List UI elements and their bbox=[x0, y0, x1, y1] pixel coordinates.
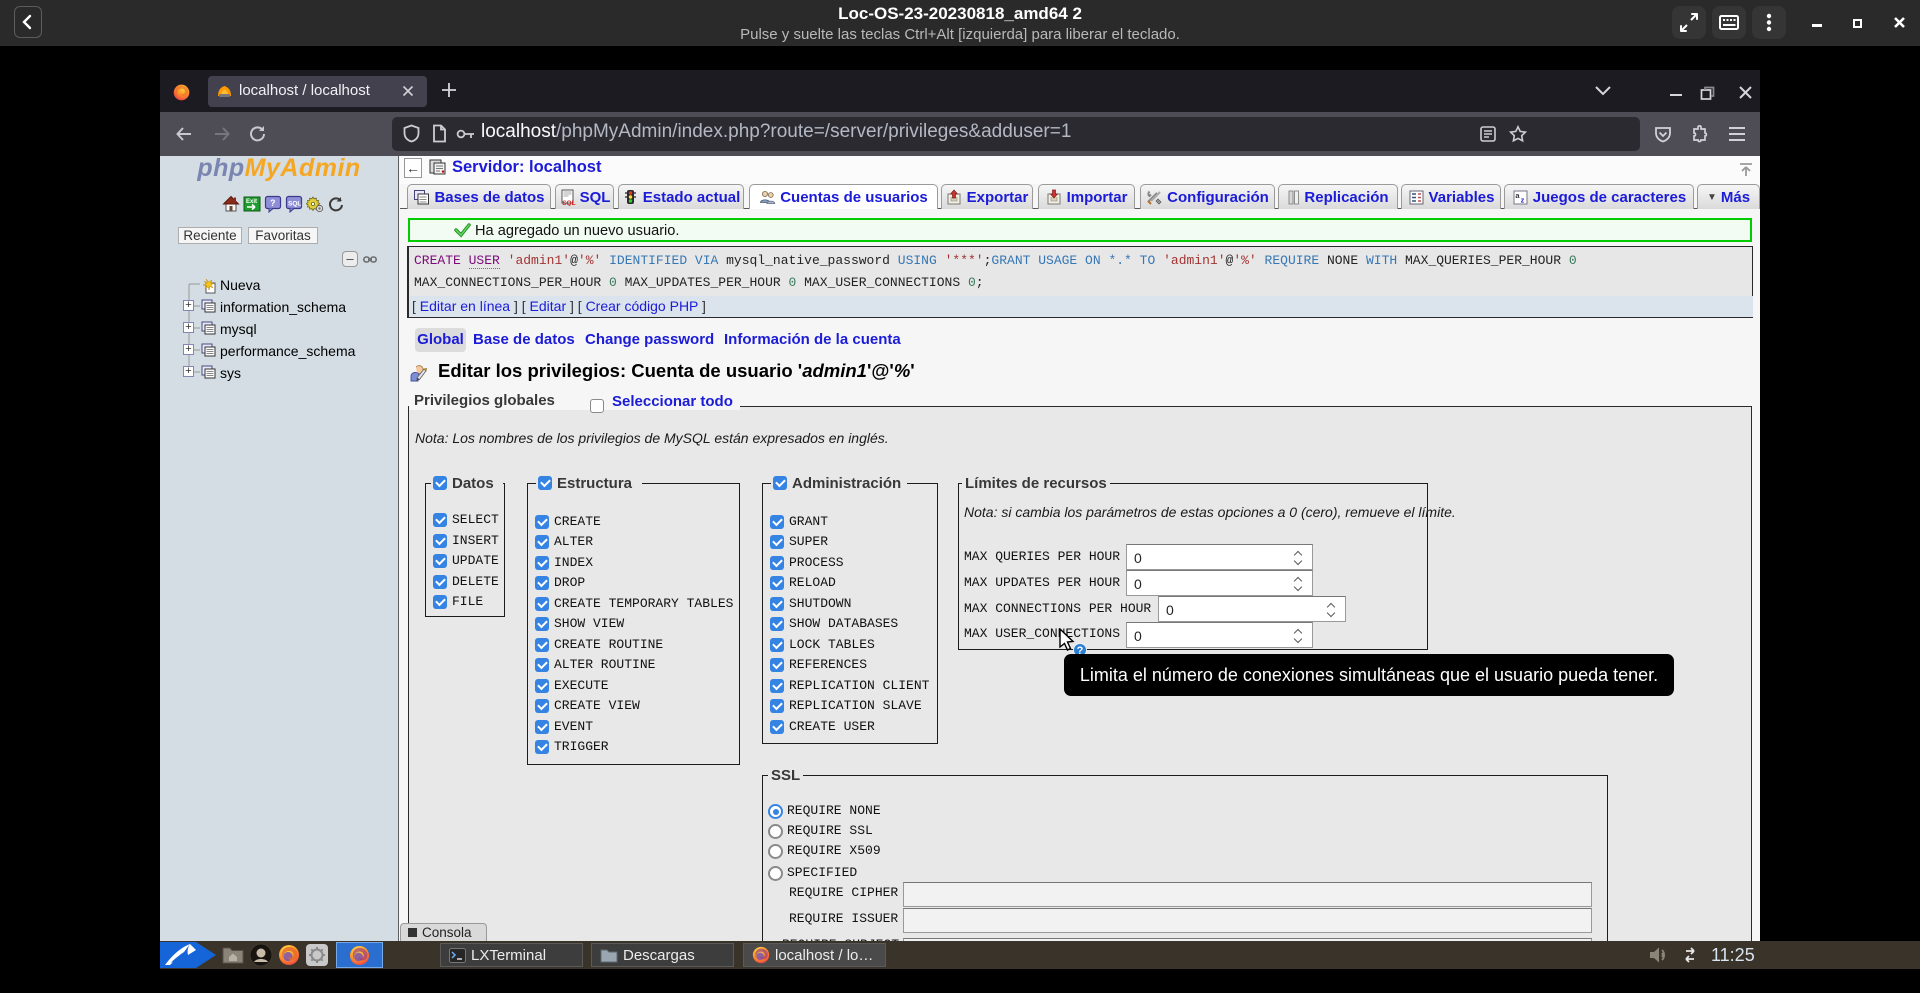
svg-text:?: ? bbox=[270, 198, 276, 208]
svg-text:SQL: SQL bbox=[562, 200, 575, 206]
svg-text:SQL: SQL bbox=[288, 201, 301, 208]
svg-text:z: z bbox=[1520, 195, 1524, 204]
svg-text:Exit: Exit bbox=[246, 199, 257, 205]
